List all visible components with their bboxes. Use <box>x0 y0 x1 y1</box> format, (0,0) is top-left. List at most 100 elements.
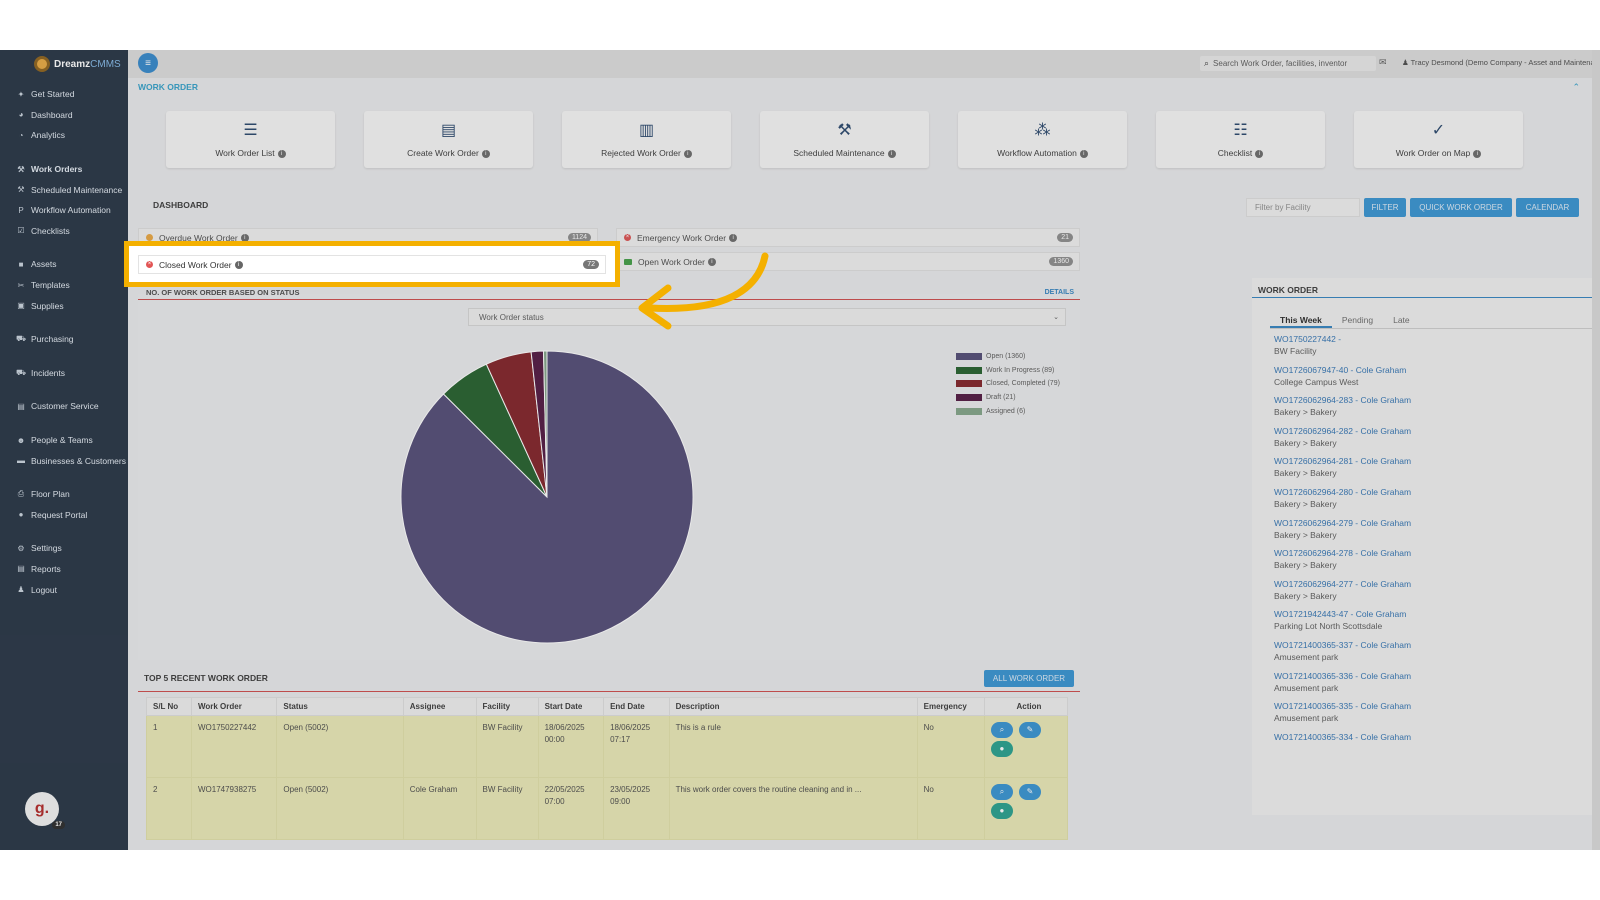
sidebar-item-request-portal[interactable]: ● Request Portal <box>0 505 128 526</box>
global-search-input[interactable]: ⌕ Search Work Order, facilities, invento… <box>1200 56 1376 71</box>
work-order-link[interactable]: WO1750227442 - <box>1274 334 1600 344</box>
facility-filter-input[interactable]: Filter by Facility <box>1246 198 1360 217</box>
sidebar-item-label: Request Portal <box>31 509 88 520</box>
view-search-icon[interactable]: ⌕ <box>990 784 1013 800</box>
info-icon[interactable]: i <box>234 260 243 269</box>
recent-work-orders-table: S/L No Work Order Status Assignee Facili… <box>146 697 1069 840</box>
comment-icon[interactable]: ● <box>990 741 1013 757</box>
sidebar-item-checklists[interactable]: ☑ Checklists <box>0 221 128 242</box>
edit-pencil-icon[interactable]: ✎ <box>1018 784 1041 800</box>
sidebar-item-supplies[interactable]: ▣ Supplies <box>0 295 128 316</box>
legend-item[interactable]: Closed, Completed (79) <box>956 377 1060 391</box>
menu-toggle-button[interactable]: ≡ <box>138 53 158 73</box>
info-icon[interactable]: i <box>683 149 692 158</box>
chevron-down-icon: ⌄ <box>1053 314 1059 321</box>
tab-late[interactable]: Late <box>1383 312 1420 328</box>
list-item[interactable]: WO1726062964-280 - Cole Graham Bakery > B… <box>1274 487 1600 518</box>
page-scrollbar[interactable] <box>1592 50 1600 850</box>
sidebar-item-work-orders[interactable]: ⚒ Work Orders <box>0 159 128 180</box>
sidebar-item-businesses-customers[interactable]: ▬ Businesses & Customers <box>0 450 128 471</box>
tile-workflow-automation[interactable]: ⁂ Workflow Automation i <box>958 111 1127 168</box>
sidebar-item-logout[interactable]: ♟ Logout <box>0 579 128 600</box>
work-order-link[interactable]: WO1721400365-335 - Cole Graham <box>1274 701 1600 711</box>
list-item[interactable]: WO1721400365-336 - Cole Graham Amusement … <box>1274 671 1600 702</box>
list-item[interactable]: WO1721400365-335 - Cole Graham Amusement … <box>1274 701 1600 732</box>
info-icon[interactable]: i <box>481 149 490 158</box>
tab-this-week[interactable]: This Week <box>1270 312 1332 328</box>
sidebar-item-dashboard[interactable]: ◕ Dashboard <box>0 105 128 126</box>
list-item[interactable]: WO1721942443-47 - Cole Graham Parking Lot… <box>1274 609 1600 640</box>
quick-work-order-button[interactable]: QUICK WORK ORDER <box>1410 198 1512 217</box>
legend-item[interactable]: Work In Progress (89) <box>956 364 1060 378</box>
list-item[interactable]: WO1726062964-282 - Cole Graham Bakery > B… <box>1274 426 1600 457</box>
info-icon[interactable]: i <box>1079 149 1088 158</box>
sidebar-item-settings[interactable]: ⚙ Settings <box>0 538 128 559</box>
tile-rejected-work-order[interactable]: ▥ Rejected Work Order i <box>562 111 731 168</box>
closed-work-order-stat[interactable]: × Closed Work Order i 72 <box>138 255 606 274</box>
work-order-link[interactable]: WO1721942443-47 - Cole Graham <box>1274 609 1600 619</box>
sidebar-item-floor-plan[interactable]: ⎙ Floor Plan <box>0 484 128 505</box>
work-order-link[interactable]: WO1726062964-281 - Cole Graham <box>1274 456 1600 466</box>
work-order-link[interactable]: WO1721400365-336 - Cole Graham <box>1274 671 1600 681</box>
tile-scheduled-maintenance[interactable]: ⚒ Scheduled Maintenance i <box>760 111 929 168</box>
sidebar-item-reports[interactable]: ▤ Reports <box>0 559 128 580</box>
sidebar-item-customer-service[interactable]: ▤ Customer Service <box>0 396 128 417</box>
tile-work-order-on-map[interactable]: ✓ Work Order on Map i <box>1354 111 1523 168</box>
all-work-order-button[interactable]: ALL WORK ORDER <box>984 670 1074 687</box>
list-item[interactable]: WO1721400365-334 - Cole Graham18/06/2025 <box>1274 732 1600 763</box>
work-order-link[interactable]: WO1726067947-40 - Cole Graham <box>1274 365 1600 375</box>
sidebar-item-get-started[interactable]: ✦ Get Started <box>0 84 128 105</box>
app-logo[interactable]: DreamzCMMS <box>0 50 128 78</box>
sidebar-item-workflow-automation[interactable]: P Workflow Automation <box>0 200 128 221</box>
comment-icon[interactable]: ● <box>990 803 1013 819</box>
tile-work-order-list[interactable]: ☰ Work Order List i <box>166 111 335 168</box>
work-order-link[interactable]: WO1726062964-283 - Cole Graham <box>1274 395 1600 405</box>
sidebar-item-assets[interactable]: ■ Assets <box>0 254 128 275</box>
list-item[interactable]: WO1726067947-40 - Cole Graham College Cam… <box>1274 365 1600 396</box>
tutorial-highlight-frame: × Closed Work Order i 72 <box>124 241 620 287</box>
details-link[interactable]: DETAILS <box>1045 289 1074 296</box>
info-icon[interactable]: i <box>887 149 896 158</box>
tile-checklist[interactable]: ☷ Checklist i <box>1156 111 1325 168</box>
work-order-link[interactable]: WO1726062964-278 - Cole Graham <box>1274 548 1600 558</box>
info-icon[interactable]: i <box>277 149 286 158</box>
list-item[interactable]: WO1726062964-283 - Cole Graham Bakery > B… <box>1274 395 1600 426</box>
view-search-icon[interactable]: ⌕ <box>990 722 1013 738</box>
list-item[interactable]: WO1726062964-277 - Cole Graham Bakery > B… <box>1274 579 1600 610</box>
sidebar-item-incidents[interactable]: ⛟ Incidents <box>0 363 128 384</box>
tab-pending[interactable]: Pending <box>1332 312 1383 328</box>
work-order-link[interactable]: WO1726062964-277 - Cole Graham <box>1274 579 1600 589</box>
info-icon[interactable]: i <box>1255 149 1264 158</box>
sidebar-item-label: Businesses & Customers <box>31 455 126 466</box>
work-order-link[interactable]: WO1726062964-279 - Cole Graham <box>1274 518 1600 528</box>
info-icon[interactable]: i <box>729 233 738 242</box>
tile-create-work-order[interactable]: ▤ Create Work Order i <box>364 111 533 168</box>
filter-button[interactable]: FILTER <box>1364 198 1406 217</box>
sidebar-item-people-teams[interactable]: ☻ People & Teams <box>0 430 128 451</box>
sidebar-item-scheduled-maintenance[interactable]: ⚒ Scheduled Maintenance <box>0 179 128 200</box>
list-item[interactable]: WO1750227442 -BW Facility18/06/2025 <box>1274 334 1600 365</box>
sidebar-item-analytics[interactable]: ◔ Analytics <box>0 125 128 146</box>
list-item[interactable]: WO1726062964-279 - Cole Graham Bakery > B… <box>1274 518 1600 549</box>
avatar[interactable]: g. 17 <box>25 792 65 829</box>
legend-item[interactable]: Open (1360) <box>956 350 1060 364</box>
work-order-link[interactable]: WO1726062964-282 - Cole Graham <box>1274 426 1600 436</box>
list-item[interactable]: WO1726062964-278 - Cole Graham Bakery > B… <box>1274 548 1600 579</box>
legend-item[interactable]: Draft (21) <box>956 391 1060 405</box>
collapse-chevron-icon[interactable]: ⌃ <box>1572 82 1580 93</box>
calendar-button[interactable]: CALENDAR <box>1516 198 1579 217</box>
legend-item[interactable]: Assigned (6) <box>956 404 1060 418</box>
list-item[interactable]: WO1726062964-281 - Cole Graham Bakery > B… <box>1274 456 1600 487</box>
sidebar-item-templates[interactable]: ✂ Templates <box>0 275 128 296</box>
work-order-location: Parking Lot North Scottsdale <box>1274 621 1383 632</box>
messages-icon[interactable]: ✉ <box>1379 57 1387 68</box>
info-icon[interactable]: i <box>1473 149 1482 158</box>
emergency-work-order-stat[interactable]: × Emergency Work Order i 21 <box>616 228 1080 247</box>
edit-pencil-icon[interactable]: ✎ <box>1018 722 1041 738</box>
work-order-link[interactable]: WO1721400365-334 - Cole Graham <box>1274 732 1600 742</box>
sidebar-item-purchasing[interactable]: ⛟ Purchasing <box>0 329 128 350</box>
work-order-link[interactable]: WO1726062964-280 - Cole Graham <box>1274 487 1600 497</box>
list-item[interactable]: WO1721400365-337 - Cole Graham Amusement … <box>1274 640 1600 671</box>
user-menu[interactable]: ♟ Tracy Desmond (Demo Company - Asset an… <box>1402 58 1600 67</box>
work-order-link[interactable]: WO1721400365-337 - Cole Graham <box>1274 640 1600 650</box>
